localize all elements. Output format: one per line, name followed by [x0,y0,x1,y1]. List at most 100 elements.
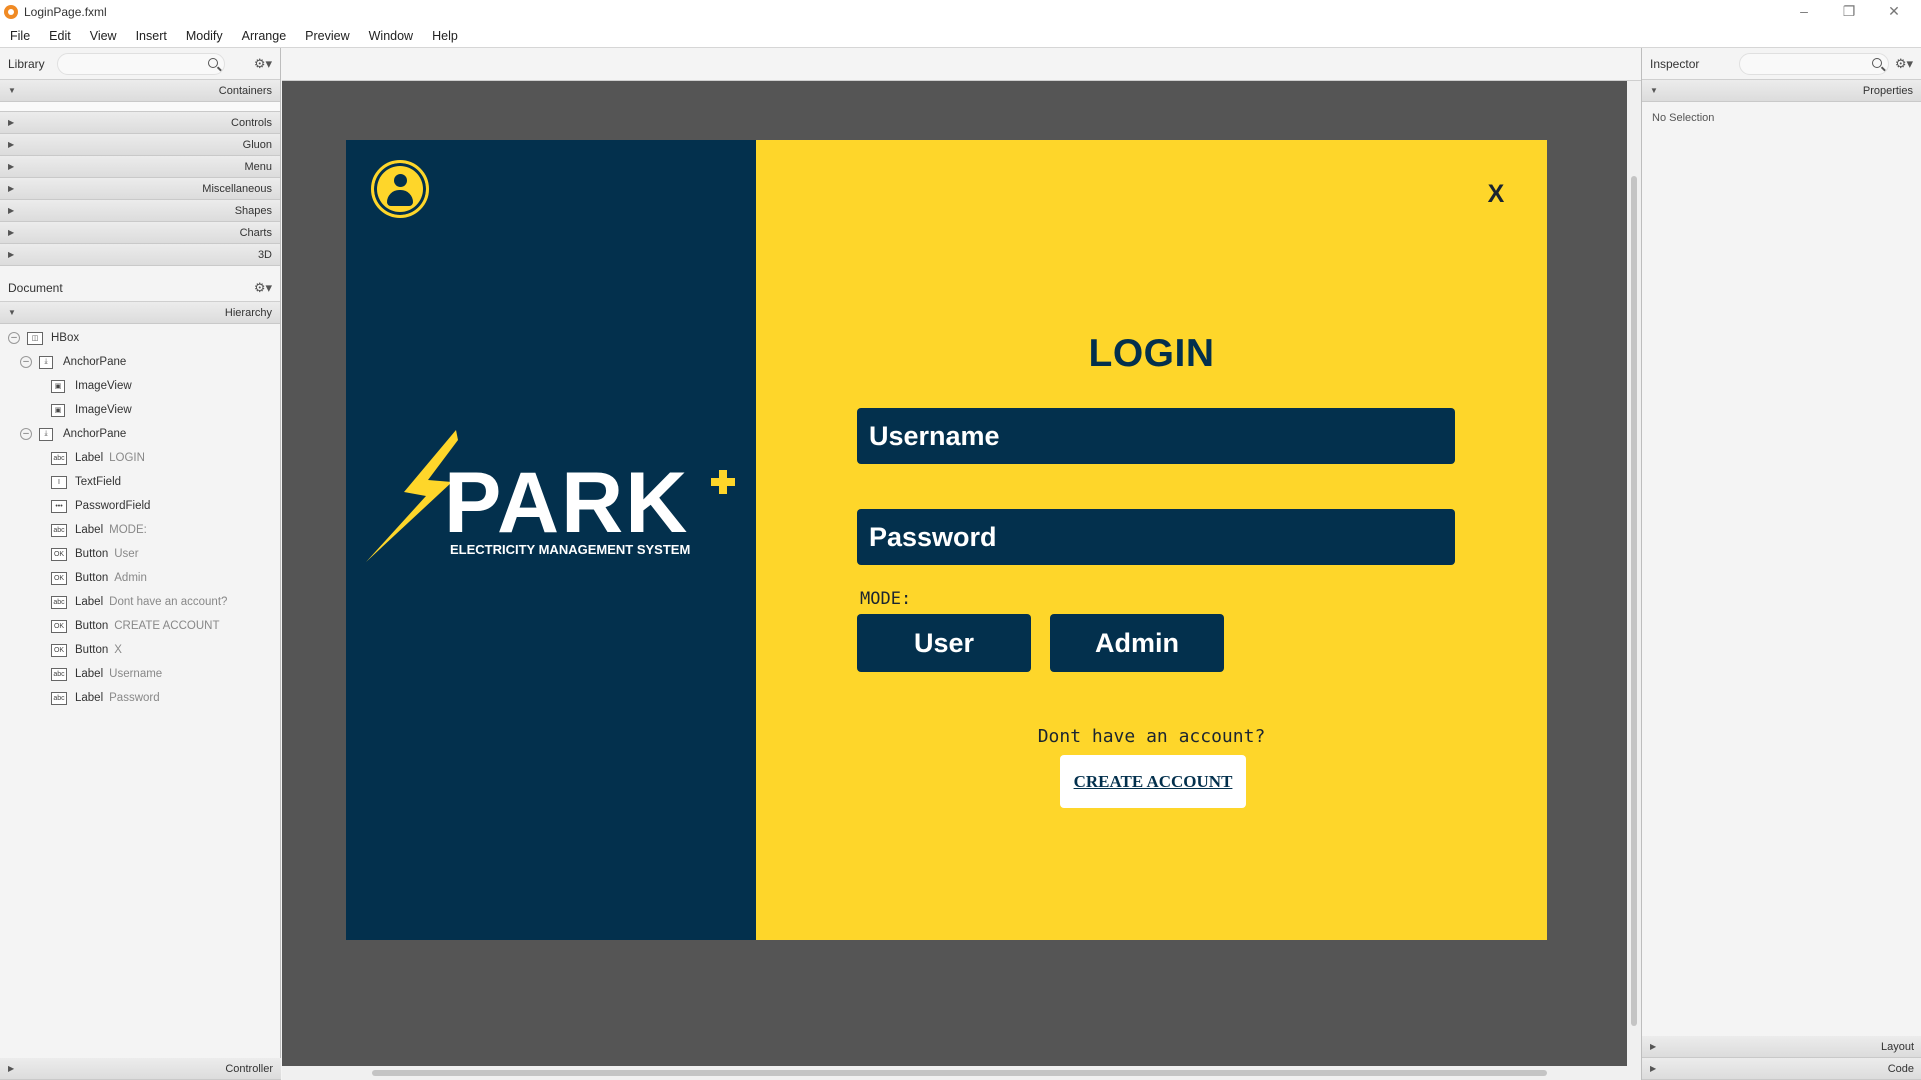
tree-node-type: PasswordField [75,500,151,512]
section-3d[interactable]: ▶ 3D [0,244,280,266]
section-controller[interactable]: ▶ Controller [0,1058,281,1080]
section-shapes[interactable]: ▶ Shapes [0,200,280,222]
tree-node-type: Label [75,692,104,704]
close-button[interactable]: X [1476,176,1516,212]
section-gluon[interactable]: ▶ Gluon [0,134,280,156]
create-account-button[interactable]: CREATE ACCOUNT [1060,755,1246,808]
tree-node-type: ImageView [75,404,132,416]
scroll-thumb[interactable] [1631,176,1637,1026]
password-label: Password [869,521,997,552]
expand-triangle-icon: ▶ [1650,1064,1657,1073]
section-charts[interactable]: ▶ Charts [0,222,280,244]
vertical-scrollbar[interactable] [1627,81,1641,1066]
containers-list [0,102,280,112]
menu-preview[interactable]: Preview [305,29,349,43]
gear-icon[interactable]: ⚙▾ [254,280,272,296]
password-field[interactable]: Password [857,509,1455,565]
tree-row[interactable]: abc Label MODE: [0,518,280,542]
section-containers[interactable]: ▼ Containers [0,80,280,102]
textfield-icon: I [51,475,67,489]
menu-insert[interactable]: Insert [136,29,167,43]
label-icon: abc [51,691,67,705]
tree-node-type: AnchorPane [63,428,127,440]
tree-row[interactable]: OK Button User [0,542,280,566]
title-bar: LoginPage.fxml – ❐ ✕ [0,0,1921,24]
section-label: Hierarchy [224,306,272,319]
section-miscellaneous[interactable]: ▶ Miscellaneous [0,178,280,200]
collapse-triangle-icon: ▼ [8,86,16,95]
expand-triangle-icon: ▶ [1650,1042,1657,1051]
menu-file[interactable]: File [10,29,30,43]
tree-row[interactable]: abc Label Username [0,662,280,686]
horizontal-scrollbar[interactable] [282,1066,1641,1080]
tree-row[interactable]: I TextField [0,470,280,494]
tree-node-text: Admin [114,572,147,584]
login-form-pane: X LOGIN Username Password MODE: User Adm… [756,140,1547,940]
inspector-header: Inspector ⚙▾ [1642,48,1921,80]
label-icon: abc [51,451,67,465]
brand-pane[interactable]: PARK ELECTRICITY MANAGEMENT SYSTEM [346,140,756,940]
menu-edit[interactable]: Edit [49,29,71,43]
document-header: Document ⚙▾ [0,274,280,302]
tree-node-type: ImageView [75,380,132,392]
tree-row[interactable]: OK Button Admin [0,566,280,590]
label-icon: abc [51,595,67,609]
user-avatar-icon [371,160,429,218]
collapse-toggle-icon[interactable]: – [20,428,32,440]
section-properties[interactable]: ▼ Properties [1642,80,1921,102]
tree-node-type: Label [75,596,104,608]
tree-node-text: CREATE ACCOUNT [114,620,220,632]
expand-triangle-icon: ▶ [8,118,15,127]
admin-button[interactable]: Admin [1050,614,1224,672]
tree-row[interactable]: OK Button CREATE ACCOUNT [0,614,280,638]
menu-modify[interactable]: Modify [186,29,223,43]
restore-icon[interactable]: ❐ [1829,0,1869,22]
search-icon[interactable] [1871,57,1882,68]
menu-help[interactable]: Help [432,29,458,43]
minimize-icon[interactable]: – [1784,0,1824,22]
section-label: Charts [239,226,272,239]
gear-icon[interactable]: ⚙▾ [1895,56,1913,72]
library-search-input[interactable] [56,52,225,75]
section-label: Properties [1862,84,1913,97]
tree-row[interactable]: abc Label LOGIN [0,446,280,470]
tree-row[interactable]: ▣ ImageView [0,374,280,398]
tree-row[interactable]: – ⤓ AnchorPane [0,350,280,374]
left-panel: Library ⚙▾ ▼ Containers ▶ Controls ▶ Glu… [0,48,281,1080]
tree-row[interactable]: abc Label Dont have an account? [0,590,280,614]
tree-row[interactable]: OK Button X [0,638,280,662]
section-hierarchy[interactable]: ▼ Hierarchy [0,302,280,324]
tree-row[interactable]: abc Label Password [0,686,280,710]
tree-row[interactable]: ••• PasswordField [0,494,280,518]
user-button[interactable]: User [857,614,1031,672]
gear-icon[interactable]: ⚙▾ [254,56,272,72]
username-label: Username [869,420,1000,451]
tree-node-text: Username [109,668,163,680]
search-icon[interactable] [207,57,218,68]
menu-window[interactable]: Window [369,29,413,43]
collapse-triangle-icon: ▼ [8,308,16,317]
tree-node-type: Label [75,452,104,464]
section-menu[interactable]: ▶ Menu [0,156,280,178]
section-controls[interactable]: ▶ Controls [0,112,280,134]
imageview-icon: ▣ [51,379,65,393]
collapse-toggle-icon[interactable]: – [20,356,32,368]
section-label: Controller [225,1062,273,1075]
username-field[interactable]: Username [857,408,1455,464]
close-window-icon[interactable]: ✕ [1874,0,1914,22]
tree-node-type: Button [75,620,109,632]
menu-view[interactable]: View [90,29,117,43]
tree-row[interactable]: – ⤓ AnchorPane [0,422,280,446]
section-label: Controls [231,116,272,129]
tree-node-type: Button [75,548,109,560]
menu-arrange[interactable]: Arrange [242,29,286,43]
section-code[interactable]: ▶ Code [1642,1058,1921,1080]
inspector-search-input[interactable] [1738,52,1889,75]
mode-label: MODE: [860,589,912,609]
tree-row[interactable]: – ◫ HBox [0,326,280,350]
tree-row[interactable]: ▣ ImageView [0,398,280,422]
collapse-toggle-icon[interactable]: – [8,332,20,344]
section-layout[interactable]: ▶ Layout [1642,1036,1921,1058]
scroll-thumb[interactable] [372,1070,1547,1076]
no-account-label: Dont have an account? [1037,726,1266,747]
